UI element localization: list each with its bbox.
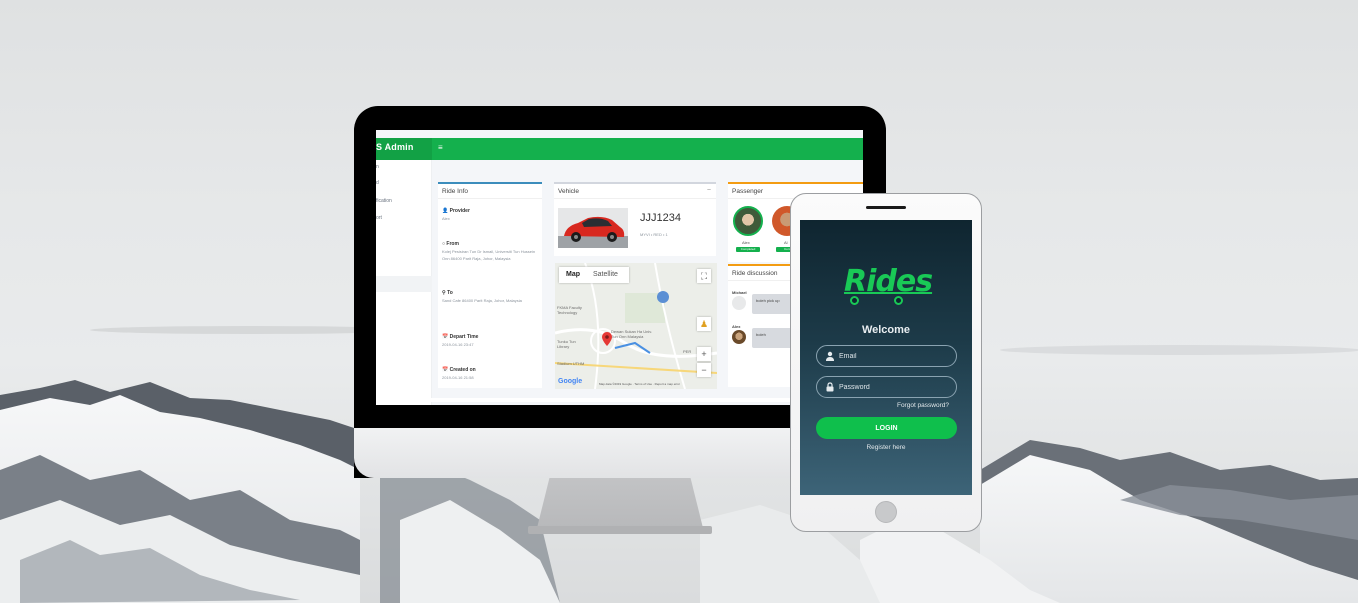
map-label: Stadium UTHM [557, 361, 585, 366]
sidebar-item-active[interactable] [376, 276, 432, 292]
fullscreen-icon[interactable]: ⛶ [697, 269, 711, 283]
route-map[interactable]: Map Satellite ⛶ ♟ + − FKMA Faculty Techn… [555, 263, 717, 389]
monitor-stand [536, 478, 704, 532]
ride-info-card: Ride Info 👤 Provider Alex ○ From Kolej P… [438, 182, 542, 388]
sidebar-item[interactable]: n [376, 164, 379, 170]
admin-sidebar: n d fication ort [376, 160, 432, 405]
map-type-tabs: Map Satellite [559, 267, 629, 283]
street-view-icon[interactable]: ♟ [697, 317, 711, 331]
email-field[interactable] [816, 345, 957, 367]
ride-info-title: Ride Info [442, 188, 469, 195]
passenger-name: Alex [742, 240, 750, 245]
status-badge: Completed [736, 247, 760, 252]
vehicle-details: MYVI • RED • 1 [640, 232, 668, 237]
email-input[interactable] [839, 350, 949, 362]
avatar [732, 296, 746, 310]
hamburger-menu-icon[interactable]: ≡ [438, 143, 443, 152]
car-photo [558, 208, 628, 248]
google-logo: Google [558, 378, 583, 385]
phone-home-button[interactable] [875, 501, 897, 523]
passenger-avatar[interactable] [733, 206, 763, 236]
map-attribution[interactable]: Map data ©2019 Google · Terms of Use · R… [599, 382, 680, 386]
phone-speaker [866, 206, 906, 209]
map-label: Tunku Tun Library [557, 339, 576, 349]
vehicle-card: Vehicle − JJJ1234 MYVI • RED • 1 [554, 182, 716, 256]
map-label: FKMA Faculty Technology [557, 305, 582, 315]
discussion-title: Ride discussion [732, 270, 778, 277]
from-value: Kolej Pesisiran Tun Dr Ismail, Universit… [442, 249, 536, 261]
register-link[interactable]: Register here [800, 444, 972, 451]
from-label: ○ From [442, 241, 459, 247]
user-icon [826, 351, 834, 361]
forgot-password-link[interactable]: Forgot password? [800, 402, 949, 409]
depart-label: 📅 Depart Time [442, 334, 479, 340]
password-field[interactable] [816, 376, 957, 398]
monitor-base [528, 526, 712, 534]
tab-map[interactable]: Map [566, 271, 580, 278]
passenger-title: Passenger [732, 188, 764, 195]
provider-value: Alex [442, 216, 450, 221]
map-label: PER [683, 349, 692, 354]
login-button[interactable]: LOGIN [816, 417, 957, 439]
avatar [732, 330, 746, 344]
logo-wheel-icon [850, 296, 859, 305]
provider-label: 👤 Provider [442, 208, 470, 214]
tab-satellite[interactable]: Satellite [593, 271, 618, 278]
lock-icon [826, 382, 834, 392]
zoom-out-button[interactable]: − [697, 363, 711, 377]
divider [438, 198, 542, 199]
password-input[interactable] [839, 381, 949, 393]
sidebar-item[interactable]: d [376, 180, 379, 186]
welcome-heading: Welcome [861, 324, 911, 336]
rides-logo: Rides [844, 264, 933, 299]
passenger-name: Al [784, 240, 788, 245]
logo-wheel-icon [894, 296, 903, 305]
to-label: ⚲ To [442, 290, 453, 296]
map-pin-icon[interactable] [602, 332, 612, 346]
depart-value: 2019-04-16 23:47 [442, 342, 474, 347]
created-value: 2019-04-16 21:58 [442, 375, 474, 380]
created-label: 📅 Created on [442, 367, 476, 373]
collapse-button[interactable]: − [707, 187, 711, 194]
vehicle-title: Vehicle [558, 188, 579, 195]
admin-brand[interactable]: S Admin [376, 142, 436, 152]
sidebar-item[interactable]: fication [376, 198, 392, 204]
message-author: Alex [732, 324, 741, 329]
login-screen: Rides Welcome Forgot password? LOGIN Reg… [800, 220, 972, 495]
divider [554, 198, 716, 199]
vehicle-plate: JJJ1234 [640, 212, 681, 224]
admin-topbar: S Admin ≡ [376, 138, 863, 160]
map-label: Dewan Sukan Ha Univ. Tun Onn Malaysia [611, 329, 653, 339]
zoom-in-button[interactable]: + [697, 347, 711, 361]
sidebar-item[interactable]: ort [376, 215, 382, 221]
message-author: Michael [732, 290, 747, 295]
to-value: Sand Cafe 86400 Parit Raja, Johor, Malay… [442, 298, 522, 303]
